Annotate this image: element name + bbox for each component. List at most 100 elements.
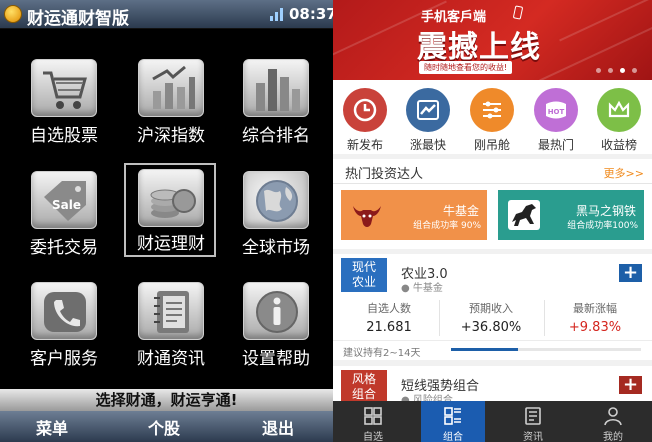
category-hottest[interactable]: HOT 最热门 [526,86,586,152]
stat-value: +9.83% [568,320,622,335]
tile-label: 财通资讯 [137,349,205,369]
holding-progress-fill [451,348,518,351]
badge-line: 农业 [351,275,376,289]
category-new[interactable]: 新发布 [335,86,395,152]
tab-label: 资讯 [523,432,543,442]
investor-card-bull-fund[interactable]: 牛基金 组合成功率 90% [341,190,487,240]
add-watch-button[interactable]: + [619,264,642,282]
info-icon [243,282,309,340]
category-fastest[interactable]: 涨最快 [398,86,458,152]
divider [333,183,652,184]
category-label: 涨最快 [409,138,446,152]
badge-line: 组合 [351,387,376,401]
category-bar: 新发布 涨最快 刚吊舱 HOT 最热门 收益榜 [333,80,652,154]
portfolio-card-short-term[interactable]: 风格 组合 短线强势组合 ● 风险组合 + [333,366,652,406]
banner-headline: 震撼上线 [417,30,541,65]
tile-label: 沪深指数 [137,126,205,146]
category-label: 最热门 [537,138,574,152]
portfolio-card-agriculture[interactable]: 现代 农业 农业3.0 ● 牛基金 + 自选人数 21.681 预期收入 +36… [333,254,652,360]
holding-progress-track [451,348,641,351]
notebook-icon [138,282,204,340]
tile-news[interactable]: 财通资讯 [126,278,216,372]
softkey-bar: 菜单 个股 退出 [0,411,333,442]
tile-label: 全球市场 [242,238,310,258]
divider [439,300,440,336]
tile-wealth-selected[interactable]: 财运理财 [124,163,216,257]
group-manager: ● 牛基金 [401,279,443,294]
investor-rate: 组合成功率 90% [413,221,481,231]
stat-label: 预期收入 [469,302,513,315]
stat-followers: 自选人数 21.681 [339,300,439,335]
portfolio-icon [444,407,461,425]
menu-softkey[interactable]: 菜单 [36,415,68,439]
holding-advice: 建议持有2~14天 [343,348,421,359]
stat-label: 最新涨幅 [573,302,617,315]
hot-badge-text: HOT [548,108,565,116]
person-icon: ● [401,283,410,294]
exit-softkey[interactable]: 退出 [262,415,294,439]
bull-icon [353,206,381,227]
divider [333,340,652,341]
bottom-tab-bar: 自选 组合 资讯 我的 [333,401,652,442]
tab-label: 组合 [443,432,463,442]
tile-index[interactable]: 沪深指数 [126,55,216,149]
news-icon [525,407,541,425]
phone-icon [31,282,97,340]
stat-label: 自选人数 [367,302,411,315]
investor-card-dark-horse[interactable]: 黑马之钢铁 组合成功率100% [498,190,644,240]
badge-line: 风格 [351,372,376,386]
tile-settings-help[interactable]: 设置帮助 [231,278,321,372]
tile-customer-service[interactable]: 客户服务 [19,278,109,372]
stock-softkey[interactable]: 个股 [148,415,180,439]
tile-label: 自选股票 [30,126,98,146]
investor-rate: 组合成功率100% [567,221,638,231]
carousel-dot[interactable] [596,68,601,73]
hot-investors-section: 热门投资达人 更多>> 牛基金 组合成功率 90% 黑马之钢铁 组合成功率100… [333,159,652,249]
status-bar: 财运通财智版 08:37 [0,0,333,29]
carousel-dot[interactable] [632,68,637,73]
tab-news[interactable]: 资讯 [501,401,565,442]
shopping-cart-icon [31,59,97,117]
tab-profile[interactable]: 我的 [581,401,645,442]
add-watch-button[interactable]: + [619,376,642,394]
tile-global-market[interactable]: 全球市场 [231,167,321,261]
tile-ranking[interactable]: 综合排名 [231,55,321,149]
mobile-phone-icon [512,5,524,20]
investor-name: 黑马之钢铁 [575,204,636,218]
promo-banner[interactable]: 手机客戶端 震撼上线 随时随地查看您的收益! [333,0,652,80]
carousel-dot[interactable] [608,68,613,73]
watchlist-icon [364,407,382,425]
right-phone-screen: 手机客戶端 震撼上线 随时随地查看您的收益! 新发布 涨最快 刚吊舱 HOT 最… [333,0,652,442]
tile-label: 设置帮助 [242,349,310,369]
user-icon [604,407,622,426]
globe-icon [243,171,309,229]
stat-latest-gain: 最新涨幅 +9.83% [545,300,645,335]
group-badge: 风格 组合 [341,370,387,404]
tab-watchlist[interactable]: 自选 [341,401,405,442]
stat-expected-return: 预期收入 +36.80% [441,300,541,335]
tab-portfolio[interactable]: 组合 [421,401,485,442]
coins-icon [138,169,204,227]
tile-label: 财运理财 [137,234,205,254]
section-title: 热门投资达人 [345,167,424,182]
tile-trading[interactable]: Sale 委托交易 [19,167,109,261]
category-label: 刚吊舱 [473,138,510,152]
group-badge: 现代 农业 [341,258,387,292]
slogan-banner: 选择财通，财运亨通! [0,389,333,411]
badge-line: 现代 [351,260,376,274]
category-label: 新发布 [346,138,383,152]
stat-value: 21.681 [366,320,412,335]
tile-watchlist-stocks[interactable]: 自选股票 [19,55,109,149]
hot-badge-icon: HOT [534,88,578,132]
horse-icon [508,200,540,230]
left-phone-screen: 财运通财智版 08:37 自选股票 沪深指数 综合排名 Sale 委托交易 财运… [0,0,333,442]
category-earnings[interactable]: 收益榜 [589,86,649,152]
app-title: 财运通财智版 [27,9,129,29]
ranking-bars-icon [243,59,309,117]
carousel-dot-active[interactable] [620,68,625,73]
category-label: 收益榜 [600,138,637,152]
trend-chart-icon [406,88,450,132]
category-recent[interactable]: 刚吊舱 [462,86,522,152]
sale-tag-icon: Sale [31,171,97,229]
more-link[interactable]: 更多>> [604,165,644,181]
